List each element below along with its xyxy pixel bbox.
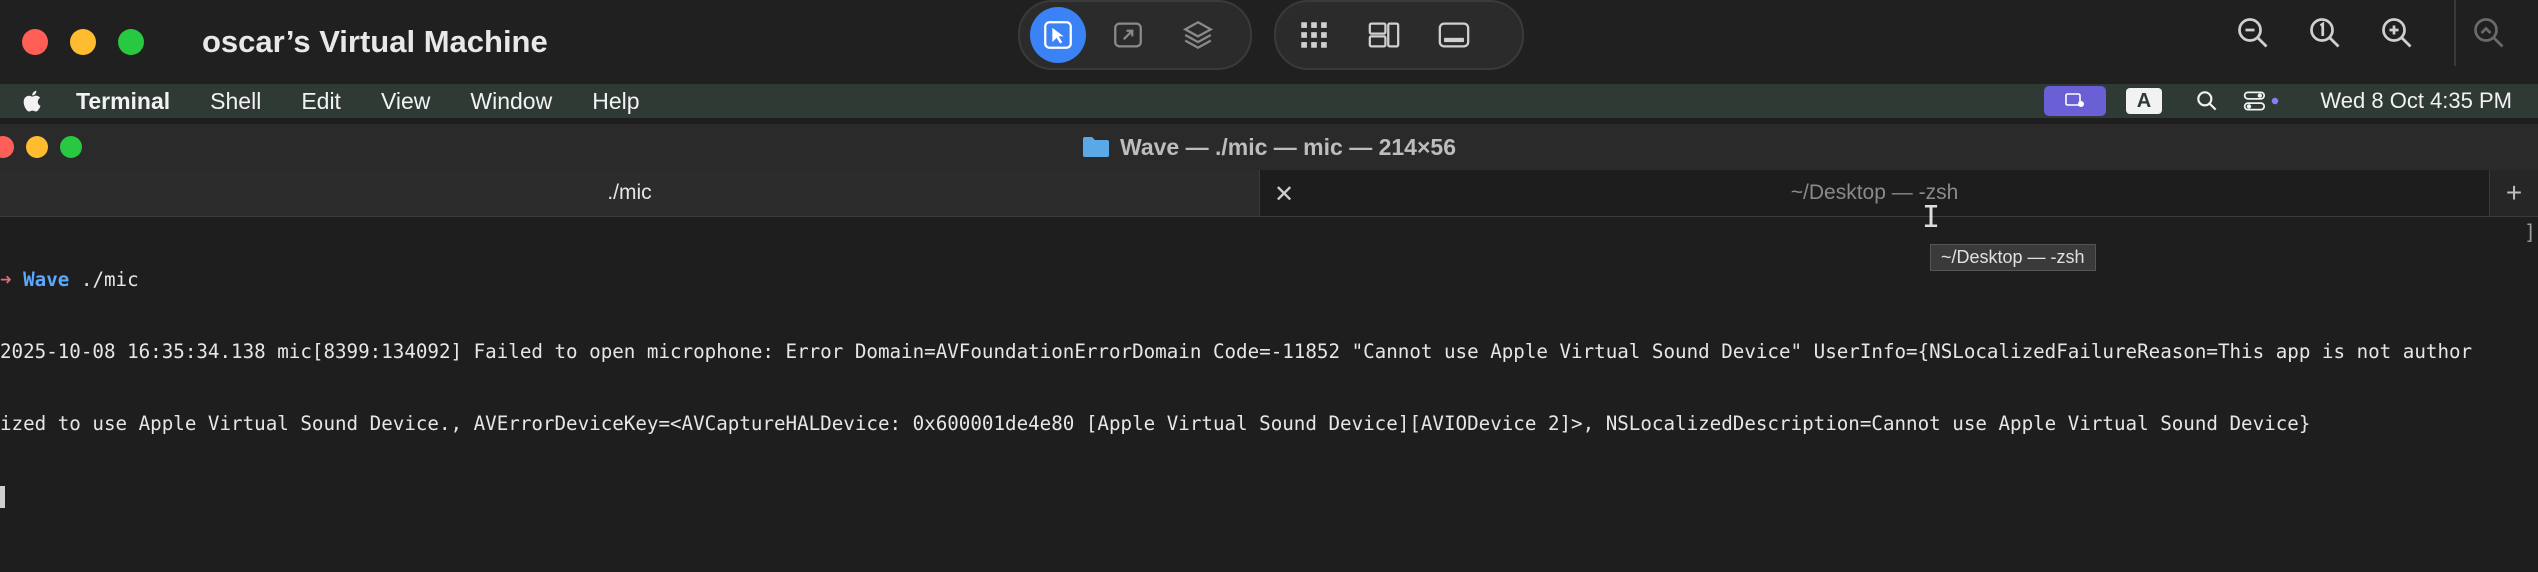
control-center-icon xyxy=(2243,91,2279,111)
ibeam-cursor-icon: I xyxy=(1922,200,1941,235)
display-icon xyxy=(1438,22,1470,48)
tab-tooltip: ~/Desktop — -zsh xyxy=(1930,244,2096,271)
layers-icon xyxy=(1182,20,1214,50)
menu-app-terminal[interactable]: Terminal xyxy=(76,88,170,115)
control-center-button[interactable] xyxy=(2240,84,2284,118)
input-source-badge: A xyxy=(2126,88,2162,114)
terminal-close-button[interactable] xyxy=(0,136,14,158)
terminal-window-controls xyxy=(0,136,82,158)
menu-edit[interactable]: Edit xyxy=(301,88,341,115)
menu-help[interactable]: Help xyxy=(592,88,639,115)
tab-label: ./mic xyxy=(607,181,652,204)
zoom-in-button[interactable] xyxy=(2368,4,2426,62)
tab-bar: ./mic ✕ ~/Desktop — -zsh + xyxy=(0,170,2538,217)
screen-share-icon xyxy=(2044,86,2106,116)
input-mode-group xyxy=(1018,0,1252,70)
toolbar-divider xyxy=(2454,0,2456,66)
zoom-in-icon xyxy=(2382,18,2412,48)
search-icon xyxy=(2197,91,2217,111)
close-button[interactable] xyxy=(22,29,48,55)
window-titlebar: Wave — ./mic — mic — 214×56 xyxy=(0,124,2538,170)
terminal-minimize-button[interactable] xyxy=(26,136,48,158)
grid-icon xyxy=(1301,22,1327,48)
prompt-line: ➜ Wave ./mic xyxy=(0,268,2538,292)
display-button[interactable] xyxy=(1426,7,1482,63)
tab-mic[interactable]: ./mic xyxy=(0,170,1259,216)
menu-extra-screen[interactable] xyxy=(2044,84,2106,118)
terminal-output[interactable]: ➜ Wave ./mic 2025-10-08 16:35:34.138 mic… xyxy=(0,220,2538,570)
layers-button[interactable] xyxy=(1170,7,1226,63)
apple-menu-icon[interactable] xyxy=(20,87,46,115)
cursor-line xyxy=(0,484,2538,508)
cursor-pointer-icon xyxy=(1044,21,1072,49)
menu-clock[interactable]: Wed 8 Oct 4:35 PM xyxy=(2320,84,2512,118)
prompt-directory: Wave xyxy=(23,268,70,291)
window-title: Wave — ./mic — mic — 214×56 xyxy=(1119,133,1456,160)
window-layout-button[interactable] xyxy=(1356,7,1412,63)
grid-view-button[interactable] xyxy=(1286,7,1342,63)
tab-desktop-zsh[interactable]: ✕ ~/Desktop — -zsh xyxy=(1259,170,2490,216)
prompt-command: ./mic xyxy=(69,268,139,291)
output-line: ized to use Apple Virtual Sound Device.,… xyxy=(0,412,2311,435)
new-tab-button[interactable]: + xyxy=(2489,170,2538,216)
output-line: 2025-10-08 16:35:34.138 mic[8399:134092]… xyxy=(0,340,2473,363)
terminal-window: Wave — ./mic — mic — 214×56 ./mic ✕ ~/De… xyxy=(0,124,2538,572)
close-tab-icon[interactable]: ✕ xyxy=(1274,180,1294,209)
terminal-zoom-button[interactable] xyxy=(60,136,82,158)
resize-screen-icon xyxy=(1114,22,1142,48)
menu-window[interactable]: Window xyxy=(470,88,552,115)
zoom-actual-button[interactable] xyxy=(2296,4,2354,62)
text-cursor xyxy=(0,485,5,508)
vm-title: oscar’s Virtual Machine xyxy=(202,24,548,59)
vm-window-controls xyxy=(22,29,144,55)
fullscreen-button[interactable] xyxy=(118,29,144,55)
zoom-out-button[interactable] xyxy=(2224,4,2282,62)
zoom-fit-icon xyxy=(2474,18,2504,48)
view-mode-group xyxy=(1274,0,1524,70)
menu-shell[interactable]: Shell xyxy=(210,88,261,115)
folder-icon xyxy=(1082,137,1109,157)
minimize-button[interactable] xyxy=(70,29,96,55)
scroll-marker: ] xyxy=(2523,220,2536,244)
pointer-mode-button[interactable] xyxy=(1030,7,1086,63)
menu-bar: Terminal Shell Edit View Window Help A W… xyxy=(0,84,2538,118)
vm-toolbar: oscar’s Virtual Machine xyxy=(0,0,2538,84)
spotlight-button[interactable] xyxy=(2194,84,2220,118)
resize-mode-button[interactable] xyxy=(1100,7,1156,63)
plus-icon: + xyxy=(2505,177,2523,208)
window-layout-icon xyxy=(1368,22,1400,48)
input-source-menu[interactable]: A xyxy=(2126,84,2162,118)
prompt-arrow-icon: ➜ xyxy=(0,268,12,291)
zoom-fit-button[interactable] xyxy=(2460,4,2518,62)
zoom-out-icon xyxy=(2238,18,2268,48)
zoom-actual-icon xyxy=(2310,18,2340,48)
menu-view[interactable]: View xyxy=(381,88,430,115)
